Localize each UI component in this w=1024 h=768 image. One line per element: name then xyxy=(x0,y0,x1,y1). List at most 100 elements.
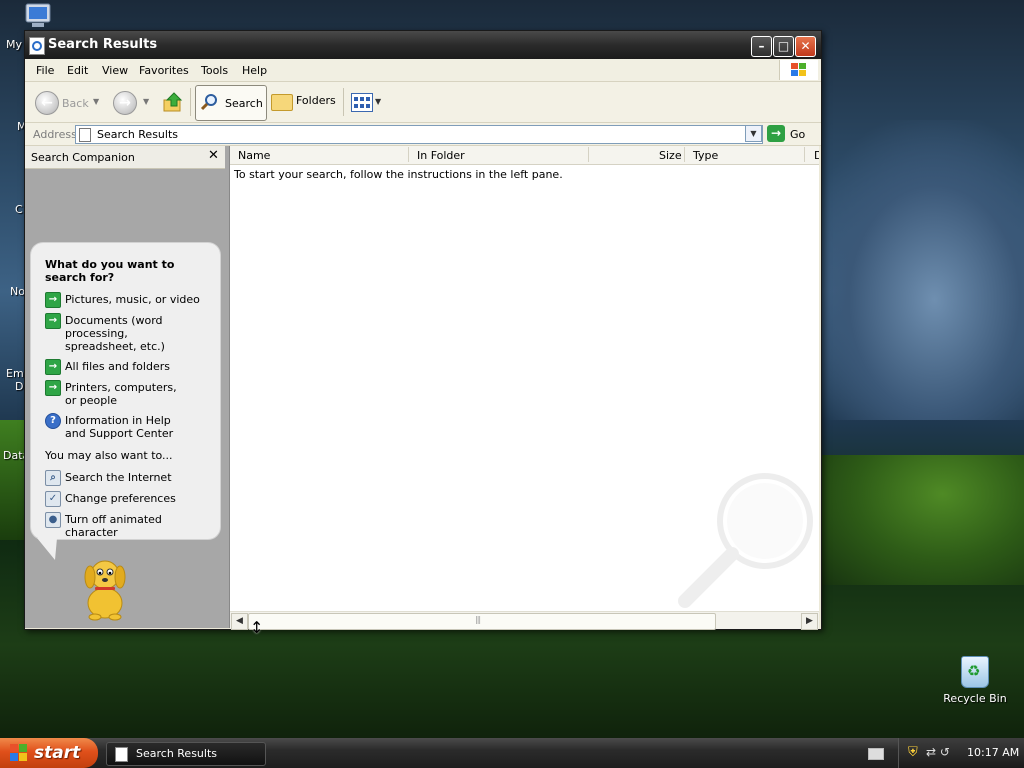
title-bar[interactable]: Search Results – □ ✕ xyxy=(25,31,821,59)
address-label: Address xyxy=(33,128,77,141)
search-button[interactable]: Search xyxy=(195,85,267,121)
column-size[interactable]: Size xyxy=(659,149,682,162)
windows-flag-icon xyxy=(791,63,807,77)
clock[interactable]: 10:17 AM xyxy=(967,746,1019,759)
option-printers-computers-people[interactable]: → Printers, computers, or people xyxy=(45,380,215,408)
option-label: Change preferences xyxy=(65,492,176,505)
green-arrow-icon: → xyxy=(45,292,61,308)
address-field[interactable]: Search Results xyxy=(75,125,763,144)
go-button-label[interactable]: Go xyxy=(790,128,805,141)
green-arrow-icon: → xyxy=(45,313,61,329)
folders-button-label[interactable]: Folders xyxy=(296,94,336,107)
address-bar: Address Search Results ▼ → Go xyxy=(25,123,821,146)
menu-file[interactable]: File xyxy=(36,64,54,77)
desktop-label-5a[interactable]: Em xyxy=(6,367,24,380)
column-date[interactable]: D xyxy=(814,149,819,162)
option-label: Search the Internet xyxy=(65,471,172,484)
search-companion-header: Search Companion ✕ xyxy=(25,146,225,169)
security-shield-icon[interactable]: ⛨ xyxy=(908,745,918,760)
system-tray: ⛨ ⇄ ↺ 10:17 AM xyxy=(898,738,1024,768)
also-want-label: You may also want to... xyxy=(45,449,173,462)
menu-view[interactable]: View xyxy=(102,64,128,77)
resize-cursor-icon: ↕ xyxy=(250,618,264,637)
toolbar-separator xyxy=(343,88,344,116)
menu-bar: File Edit View Favorites Tools Help xyxy=(25,59,821,82)
option-label: Information in Help and Support Center xyxy=(65,414,174,440)
search-balloon: What do you want to search for? → Pictur… xyxy=(31,243,220,539)
option-search-internet[interactable]: ⌕ Search the Internet xyxy=(45,470,215,486)
folders-icon[interactable] xyxy=(271,94,293,111)
column-header-row: Name In Folder Size Type D xyxy=(230,146,819,165)
close-pane-icon[interactable]: ✕ xyxy=(208,148,219,163)
option-documents[interactable]: → Documents (word processing, spreadshee… xyxy=(45,313,215,353)
address-value: Search Results xyxy=(97,128,179,141)
wallpaper-sky xyxy=(800,120,1024,420)
views-icon[interactable] xyxy=(351,93,373,112)
address-dropdown-button[interactable]: ▼ xyxy=(745,125,762,142)
balloon-tail xyxy=(36,538,66,560)
option-label: All files and folders xyxy=(65,360,170,373)
horizontal-scrollbar[interactable]: ◀ ▶ xyxy=(230,611,819,630)
start-button[interactable]: start xyxy=(0,738,98,768)
search-companion-pane: Search Companion ✕ What do you want to s… xyxy=(25,146,230,628)
desktop-label-3[interactable]: C xyxy=(15,203,23,216)
taskbar-button-label: Search Results xyxy=(136,747,218,760)
maximize-button[interactable]: □ xyxy=(773,36,794,57)
back-button-label[interactable]: Back xyxy=(62,97,89,110)
magnifier-icon xyxy=(200,94,217,111)
scroll-right-icon[interactable]: ▶ xyxy=(801,613,818,630)
search-dog-character[interactable] xyxy=(77,551,133,621)
menu-help[interactable]: Help xyxy=(242,64,267,77)
taskbar-button-search-results[interactable]: Search Results xyxy=(106,742,266,766)
folder-up-icon[interactable] xyxy=(162,91,184,113)
windows-flag-icon xyxy=(10,744,28,762)
option-all-files[interactable]: → All files and folders xyxy=(45,359,215,375)
help-icon: ? xyxy=(45,413,61,429)
back-dropdown-icon[interactable]: ▼ xyxy=(93,97,99,106)
search-internet-icon: ⌕ xyxy=(45,470,61,486)
scroll-left-icon[interactable]: ◀ xyxy=(231,613,248,630)
menu-edit[interactable]: Edit xyxy=(67,64,88,77)
search-hint-text: To start your search, follow the instruc… xyxy=(234,168,563,181)
preferences-icon: ✓ xyxy=(45,491,61,507)
option-help-support[interactable]: ? Information in Help and Support Center xyxy=(45,413,215,441)
green-arrow-icon: → xyxy=(45,380,61,396)
menu-tools[interactable]: Tools xyxy=(201,64,228,77)
network-icon[interactable]: ⇄ ↺ xyxy=(926,745,950,759)
option-label: Pictures, music, or video xyxy=(65,293,200,306)
search-button-label: Search xyxy=(225,97,263,110)
forward-dropdown-icon[interactable]: ▼ xyxy=(143,97,149,106)
desktop-label-4[interactable]: No xyxy=(10,285,25,298)
keyboard-icon[interactable] xyxy=(868,748,884,760)
taskbar: start Search Results ⛨ ⇄ ↺ 10:17 AM xyxy=(0,738,1024,768)
my-computer-icon[interactable] xyxy=(22,2,56,30)
forward-arrow-icon[interactable]: → xyxy=(113,91,137,115)
close-button[interactable]: ✕ xyxy=(795,36,816,57)
column-in-folder[interactable]: In Folder xyxy=(417,149,465,162)
column-name[interactable]: Name xyxy=(238,149,270,162)
option-change-preferences[interactable]: ✓ Change preferences xyxy=(45,491,215,507)
results-list[interactable]: Name In Folder Size Type D To start your… xyxy=(230,146,819,611)
toolbar-separator xyxy=(190,88,191,116)
menu-favorites[interactable]: Favorites xyxy=(139,64,189,77)
recycle-bin[interactable]: Recycle Bin xyxy=(940,656,1010,705)
desktop-label-5b[interactable]: D xyxy=(15,380,23,393)
search-question: What do you want to search for? xyxy=(45,258,175,284)
desktop-label-my-computer[interactable]: My xyxy=(6,38,22,51)
views-dropdown-icon[interactable]: ▼ xyxy=(375,97,381,106)
recycle-bin-label: Recycle Bin xyxy=(943,692,1007,705)
window-title: Search Results xyxy=(48,37,158,52)
minimize-button[interactable]: – xyxy=(751,36,772,57)
option-turn-off-character[interactable]: ● Turn off animated character xyxy=(45,512,215,539)
character-icon: ● xyxy=(45,512,61,528)
go-arrow-icon[interactable]: → xyxy=(767,125,785,142)
standard-toolbar: ← Back ▼ → ▼ Search Folders ▼ xyxy=(25,82,821,123)
search-window-icon xyxy=(115,747,128,762)
search-window-icon xyxy=(29,37,45,55)
option-pictures-music-video[interactable]: → Pictures, music, or video xyxy=(45,292,215,308)
wallpaper-hill xyxy=(820,455,1024,585)
back-arrow-icon[interactable]: ← xyxy=(35,91,59,115)
column-type[interactable]: Type xyxy=(693,149,718,162)
scroll-thumb[interactable] xyxy=(248,613,716,630)
search-results-icon xyxy=(79,128,91,142)
